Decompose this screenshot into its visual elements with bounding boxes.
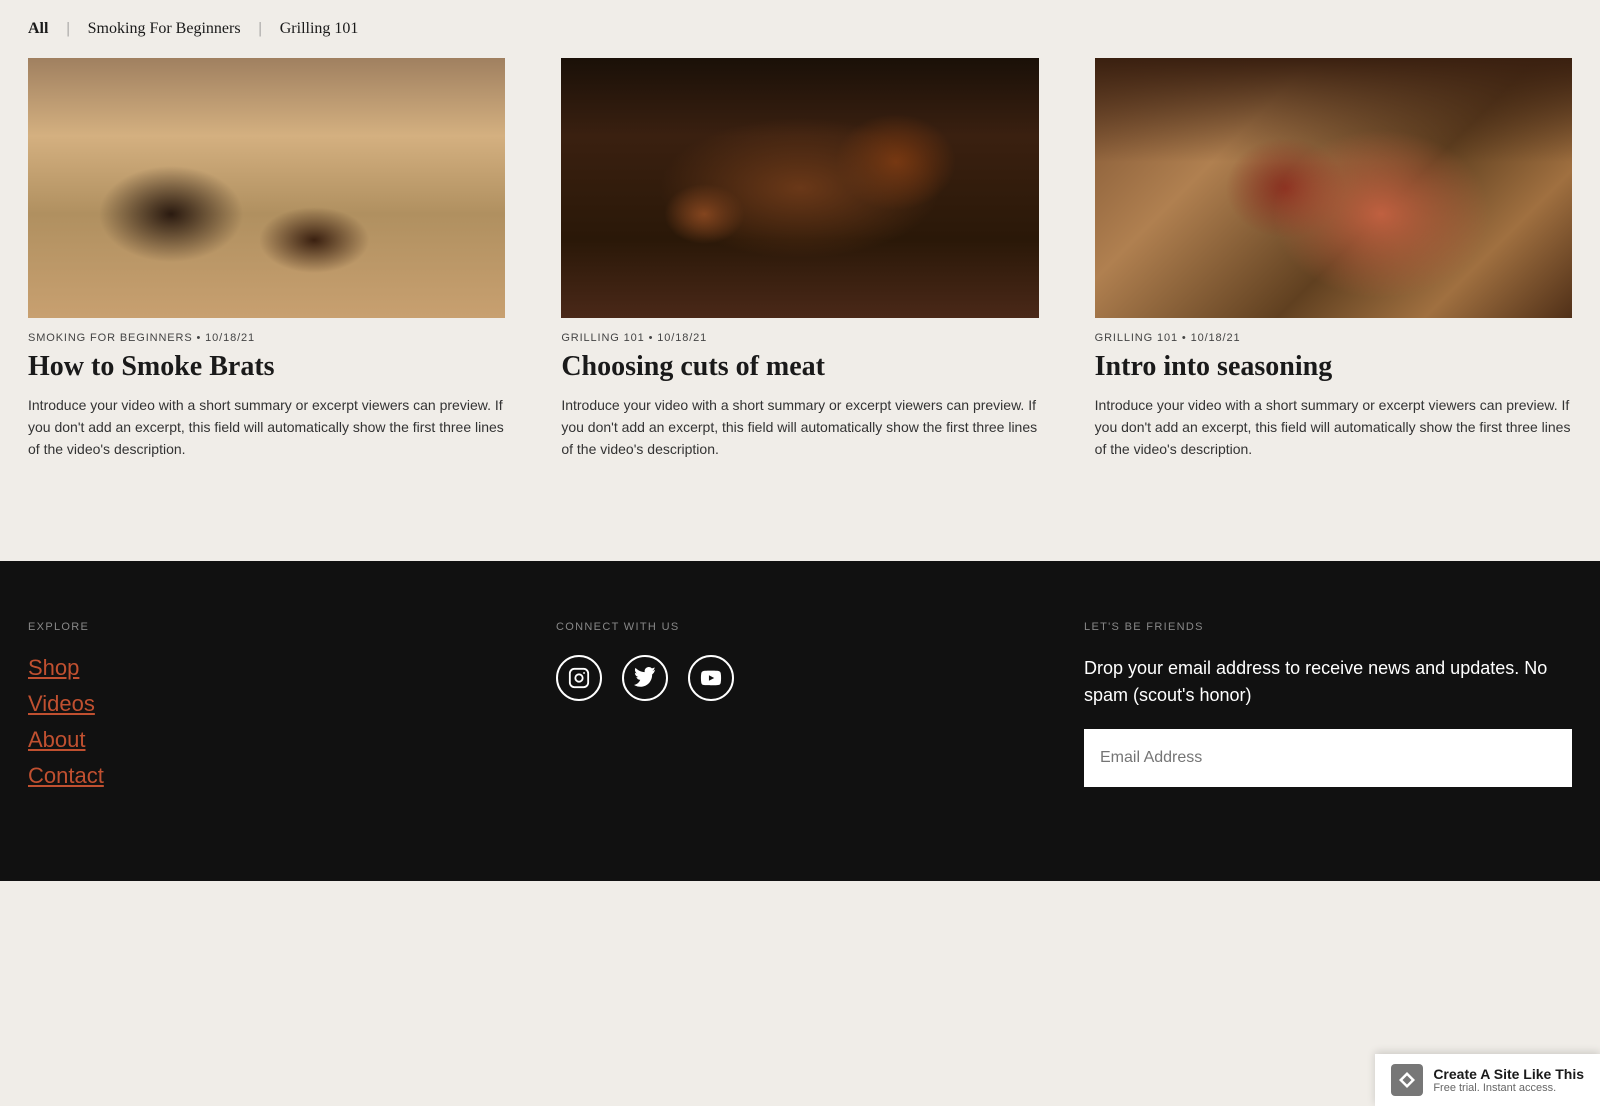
video-meta-1: SMOKING FOR BEGINNERS • 10/18/21	[28, 332, 505, 344]
video-meta-2: GRILLING 101 • 10/18/21	[561, 332, 1038, 344]
footer-link-about[interactable]: About	[28, 727, 516, 753]
create-badge-sub-text: Free trial. Instant access.	[1433, 1082, 1584, 1094]
youtube-icon[interactable]	[688, 655, 734, 701]
video-title-3[interactable]: Intro into seasoning	[1095, 350, 1572, 384]
footer-connect-col: CONNECT WITH US	[556, 621, 1044, 841]
footer-friends-text: Drop your email address to receive news …	[1084, 655, 1572, 709]
filter-smoking[interactable]: Smoking For Beginners	[88, 20, 241, 38]
video-card-2: GRILLING 101 • 10/18/21 Choosing cuts of…	[533, 58, 1066, 501]
footer-link-shop[interactable]: Shop	[28, 655, 516, 681]
create-badge-text-container: Create A Site Like This Free trial. Inst…	[1433, 1066, 1584, 1094]
video-thumbnail-1[interactable]	[28, 58, 505, 318]
twitter-icon[interactable]	[622, 655, 668, 701]
footer-connect-title: CONNECT WITH US	[556, 621, 1044, 633]
email-input[interactable]	[1084, 729, 1572, 787]
video-card-3: GRILLING 101 • 10/18/21 Intro into seaso…	[1067, 58, 1600, 501]
video-excerpt-3: Introduce your video with a short summar…	[1095, 394, 1572, 461]
squarespace-logo-icon	[1391, 1064, 1423, 1096]
video-thumbnail-3[interactable]	[1095, 58, 1572, 318]
filter-separator-2: |	[259, 20, 262, 38]
create-site-badge[interactable]: Create A Site Like This Free trial. Inst…	[1375, 1054, 1600, 1106]
footer-link-videos[interactable]: Videos	[28, 691, 516, 717]
video-grid: SMOKING FOR BEGINNERS • 10/18/21 How to …	[0, 58, 1600, 561]
footer: EXPLORE Shop Videos About Contact CONNEC…	[0, 561, 1600, 881]
video-title-2[interactable]: Choosing cuts of meat	[561, 350, 1038, 384]
footer-link-contact[interactable]: Contact	[28, 763, 516, 789]
create-badge-main-text: Create A Site Like This	[1433, 1066, 1584, 1082]
video-excerpt-2: Introduce your video with a short summar…	[561, 394, 1038, 461]
filter-separator-1: |	[66, 20, 69, 38]
footer-friends-col: LET'S BE FRIENDS Drop your email address…	[1084, 621, 1572, 841]
social-icons-container	[556, 655, 1044, 701]
video-thumbnail-2[interactable]	[561, 58, 1038, 318]
video-title-1[interactable]: How to Smoke Brats	[28, 350, 505, 384]
video-excerpt-1: Introduce your video with a short summar…	[28, 394, 505, 461]
footer-explore-title: EXPLORE	[28, 621, 516, 633]
instagram-icon[interactable]	[556, 655, 602, 701]
filter-navigation: All | Smoking For Beginners | Grilling 1…	[0, 0, 1600, 58]
footer-friends-title: LET'S BE FRIENDS	[1084, 621, 1572, 633]
footer-explore-col: EXPLORE Shop Videos About Contact	[28, 621, 516, 841]
video-meta-3: GRILLING 101 • 10/18/21	[1095, 332, 1572, 344]
filter-all[interactable]: All	[28, 20, 48, 38]
filter-grilling[interactable]: Grilling 101	[280, 20, 359, 38]
video-card-1: SMOKING FOR BEGINNERS • 10/18/21 How to …	[0, 58, 533, 501]
email-input-wrap	[1084, 729, 1572, 787]
